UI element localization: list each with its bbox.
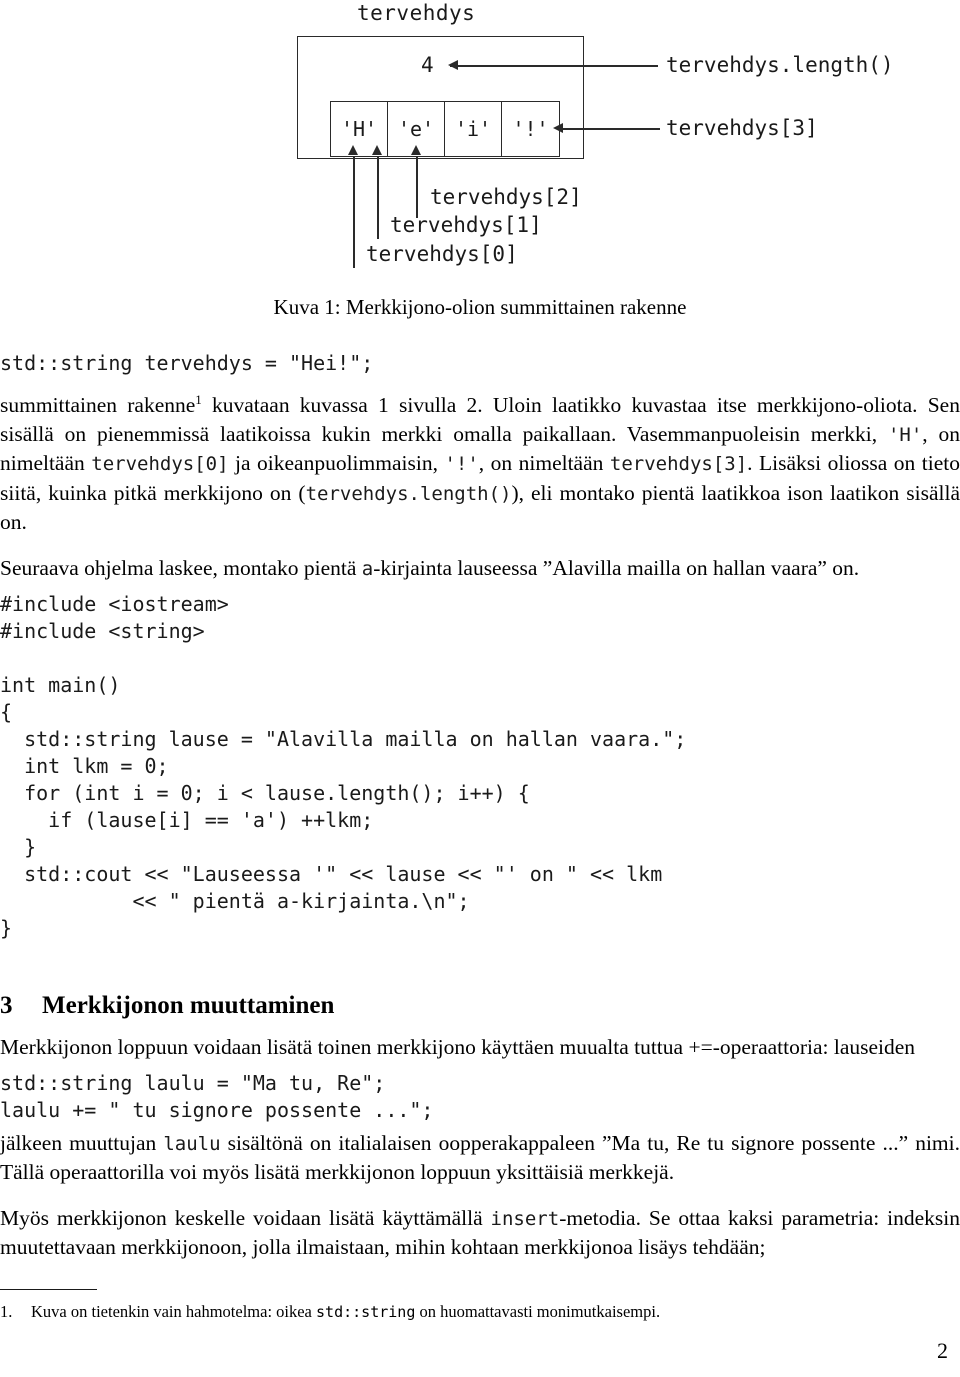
footnote-1: 1. Kuva on tietenkin vain hahmotelma: oik… xyxy=(0,1301,960,1323)
footnote-separator-rule xyxy=(0,1288,97,1291)
figure-index3-label: tervehdys[3] xyxy=(666,116,818,140)
figure-index3-arrow-head-icon xyxy=(553,123,563,133)
figure-index1-pointer-line xyxy=(377,156,379,239)
paragraph-append-operator: Merkkijonon loppuun voidaan lisätä toine… xyxy=(0,1035,916,1060)
paragraph-structure-explanation: summittainen rakenne1 kuvataan kuvassa 1… xyxy=(0,386,960,537)
code-laulu-append: std::string laulu = "Ma tu, Re"; laulu +… xyxy=(0,1070,434,1122)
section-heading-3: 3 Merkkijonon muuttaminen xyxy=(0,992,960,1020)
paragraph-laulu-explanation: jälkeen muuttujan laulu sisältönä on ita… xyxy=(0,1129,960,1187)
para-laulu-text-a: jälkeen muuttujan xyxy=(0,1130,164,1155)
document-body: std::string tervehdys = "Hei!"; summitta… xyxy=(0,350,960,1340)
figure-index1-arrow-head-icon xyxy=(372,145,382,155)
figure-index2-label: tervehdys[2] xyxy=(430,185,582,209)
figure-string-object-structure: tervehdys 4 tervehdys.length() 'H' 'e' '… xyxy=(0,0,960,319)
figure-index1-label: tervehdys[1] xyxy=(390,213,542,237)
para-laulu-code: laulu xyxy=(163,1132,221,1155)
figure-index3-arrow-line xyxy=(562,128,660,130)
paragraph-program-intro: Seuraava ohjelma laskee, montako pientä … xyxy=(0,554,960,584)
document-page: tervehdys 4 tervehdys.length() 'H' 'e' '… xyxy=(0,0,960,1377)
figure-index0-label: tervehdys[0] xyxy=(366,242,518,266)
page-number: 2 xyxy=(937,1338,948,1363)
footnote-text-a: Kuva on tietenkin vain hahmotelma: oikea xyxy=(31,1302,317,1322)
code-declaration: std::string tervehdys = "Hei!"; xyxy=(0,351,374,375)
footnote-number: 1. xyxy=(0,1302,13,1322)
footnote-text-b: on huomattavasti monimutkaisempi. xyxy=(415,1302,661,1322)
figure-variable-label: tervehdys xyxy=(357,1,476,25)
figure-cell-2: 'i' xyxy=(445,102,502,156)
para1-text-a: summittainen rakenne xyxy=(0,393,196,418)
figure-length-arrow-head-icon xyxy=(448,60,458,70)
para-insert-code: insert xyxy=(490,1207,560,1230)
figure-length-arrow-line xyxy=(450,65,658,67)
section-title: Merkkijonon muuttaminen xyxy=(42,992,335,1020)
figure-index0-pointer-line xyxy=(353,156,355,268)
para-insert-text-a: Myös merkkijonon keskelle voidaan lisätä… xyxy=(0,1205,491,1230)
figure-caption: Kuva 1: Merkkijono-olion summittainen ra… xyxy=(273,295,687,319)
para1-text-e: ja oikeanpuolimmaisin, xyxy=(228,451,445,476)
para1-code-index0: tervehdys[0] xyxy=(91,453,229,476)
para1-code-length: tervehdys.length() xyxy=(305,482,512,505)
figure-index2-arrow-head-icon xyxy=(411,145,421,155)
figure-index2-pointer-line xyxy=(416,156,418,218)
figure-character-cells: 'H' 'e' 'i' '!' xyxy=(330,101,560,157)
para1-code-index3: tervehdys[3] xyxy=(609,453,748,476)
figure-index0-arrow-head-icon xyxy=(348,145,358,155)
footnote-code: std::string xyxy=(316,1303,416,1322)
para2-text-a: Seuraava ohjelma laskee, montako pientä xyxy=(0,555,362,580)
para2-code-a: a xyxy=(361,557,374,580)
code-program-count-a: #include <iostream> #include <string> in… xyxy=(0,592,687,941)
para1-code-h: 'H' xyxy=(887,423,923,446)
para2-text-b: -kirjainta lauseessa ”Alavilla mailla on… xyxy=(373,555,860,580)
figure-length-label: tervehdys.length() xyxy=(666,53,894,77)
para1-text-f: , on nimeltään xyxy=(478,451,610,476)
para1-code-bang: '!' xyxy=(444,453,479,476)
section-number: 3 xyxy=(0,992,13,1020)
paragraph-insert-method: Myös merkkijonon keskelle voidaan lisätä… xyxy=(0,1204,960,1262)
figure-length-value: 4 xyxy=(421,53,434,77)
figure-cell-3: '!' xyxy=(512,117,549,141)
